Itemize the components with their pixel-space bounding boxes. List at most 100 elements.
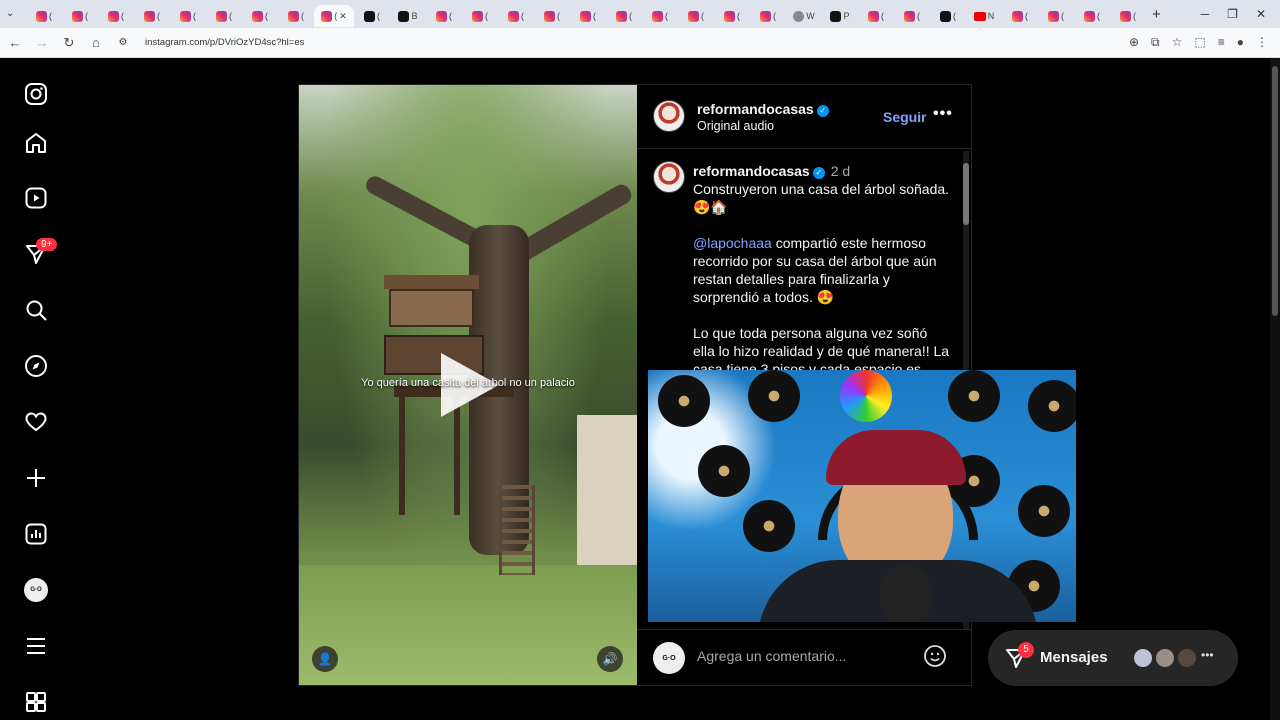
browser-tab[interactable]: (	[462, 5, 498, 27]
bookmark-star-icon[interactable]: ☆	[1172, 35, 1183, 50]
tab-search-dropdown-icon[interactable]: ⌄	[6, 8, 14, 19]
tab-label: (	[773, 11, 776, 21]
site-info-icon[interactable]: ⚙	[111, 37, 135, 48]
browser-tab[interactable]: (	[498, 5, 534, 27]
tab-label: (	[701, 11, 704, 21]
explore-icon[interactable]	[22, 352, 50, 380]
extensions-icon[interactable]: ⬚	[1194, 35, 1205, 50]
tab-label: (	[953, 11, 956, 21]
comment-input[interactable]: Agrega un comentario...	[697, 648, 846, 664]
lawn	[299, 565, 637, 685]
post-video[interactable]: Yo quería una casita del árbol no un pal…	[299, 85, 637, 685]
url-field[interactable]: instagram.com/p/DVriOzYD4sc?hl=es	[145, 37, 1129, 48]
browser-tab[interactable]: B	[390, 5, 426, 27]
tab-label: (	[157, 11, 160, 21]
instagram-favicon-icon	[904, 10, 915, 22]
heart-icon[interactable]	[22, 408, 50, 436]
browser-tab[interactable]: (	[570, 5, 606, 27]
search-icon[interactable]	[22, 296, 50, 324]
reels-icon[interactable]	[22, 184, 50, 212]
install-icon[interactable]: ⧉	[1151, 35, 1160, 50]
more-options-icon[interactable]: •••	[933, 105, 953, 123]
instagram-favicon-icon	[108, 10, 119, 22]
browser-tab[interactable]: (	[1002, 5, 1038, 27]
browser-tab[interactable]: (	[426, 5, 462, 27]
emoji-icon[interactable]	[923, 644, 947, 673]
instagram-favicon-icon	[472, 10, 483, 22]
close-tab-icon[interactable]: ✕	[339, 11, 347, 22]
tab-label: (	[737, 11, 740, 21]
browser-tab[interactable]: (	[678, 5, 714, 27]
microphone	[880, 565, 932, 622]
browser-tab[interactable]: (	[354, 5, 390, 27]
home-icon[interactable]	[22, 129, 50, 157]
author-username[interactable]: reformandocasas	[697, 101, 814, 117]
browser-tab[interactable]: (	[62, 5, 98, 27]
zoom-icon[interactable]: ⊕	[1129, 35, 1139, 50]
home-button[interactable]: ⌂	[84, 35, 108, 50]
reload-button[interactable]: ↻	[57, 35, 81, 51]
media-controls-icon[interactable]: ≡	[1218, 35, 1225, 50]
browser-tab[interactable]: (	[642, 5, 678, 27]
browser-tab[interactable]: W	[786, 5, 822, 27]
tab-label: (	[449, 11, 452, 21]
tab-label: W	[806, 11, 815, 21]
create-icon[interactable]	[22, 464, 50, 492]
dashboard-icon[interactable]	[22, 520, 50, 548]
browser-tab[interactable]: (	[1110, 5, 1146, 27]
browser-tab[interactable]: P	[822, 5, 858, 27]
caption-author-avatar[interactable]	[653, 161, 685, 193]
more-icon[interactable]	[22, 688, 50, 716]
browser-tab[interactable]: (	[1074, 5, 1110, 27]
browser-tab[interactable]: (	[206, 5, 242, 27]
browser-tab[interactable]: (	[894, 5, 930, 27]
messages-pill[interactable]: 5 Mensajes •••	[988, 630, 1238, 686]
page-scrollbar[interactable]	[1270, 58, 1280, 720]
browser-tab[interactable]: (	[534, 5, 570, 27]
post-time[interactable]: 2 d	[831, 163, 850, 179]
instagram-favicon-icon	[288, 10, 299, 22]
browser-tab[interactable]: (	[858, 5, 894, 27]
minimize-button[interactable]: ─	[1201, 7, 1210, 21]
post-header: reformandocasas ✓ Original audio Seguir •…	[637, 85, 971, 149]
browser-tab[interactable]: (	[134, 5, 170, 27]
browser-tab[interactable]: (	[26, 5, 62, 27]
browser-tab[interactable]: (✕	[314, 5, 354, 27]
browser-tab[interactable]: (	[242, 5, 278, 27]
maximize-button[interactable]: ❐	[1227, 7, 1238, 21]
close-window-button[interactable]: ✕	[1256, 7, 1266, 21]
instagram-favicon-icon	[321, 10, 333, 22]
browser-tab[interactable]: N	[966, 5, 1002, 27]
caption-username[interactable]: reformandocasas	[693, 163, 810, 179]
tagged-user-icon[interactable]: 👤	[312, 646, 338, 672]
instagram-logo-icon[interactable]	[22, 80, 50, 108]
tab-label: (	[229, 11, 232, 21]
browser-tab[interactable]: (	[278, 5, 314, 27]
mention-link[interactable]: @lapochaaa	[693, 235, 772, 251]
browser-tab[interactable]: (	[170, 5, 206, 27]
messages-badge: 5	[1018, 642, 1034, 658]
profile-avatar[interactable]: G·O	[22, 576, 50, 604]
instagram-favicon-icon	[688, 10, 699, 22]
tab-label: (	[377, 11, 380, 21]
browser-menu-icon[interactable]: ⋮	[1256, 35, 1268, 50]
browser-tab[interactable]: (	[750, 5, 786, 27]
instagram-favicon-icon	[436, 10, 447, 22]
profile-icon[interactable]: ●	[1237, 35, 1244, 50]
tab-label: (	[593, 11, 596, 21]
browser-tab[interactable]: (	[1038, 5, 1074, 27]
browser-tab[interactable]: (	[930, 5, 966, 27]
forward-button[interactable]: →	[30, 35, 54, 50]
messages-more: •••	[1201, 648, 1214, 662]
volume-icon[interactable]: 🔊	[597, 646, 623, 672]
browser-tab[interactable]: (	[98, 5, 134, 27]
browser-tab[interactable]: (	[714, 5, 750, 27]
vinyl-record	[1028, 380, 1076, 432]
menu-icon[interactable]	[22, 632, 50, 660]
follow-button[interactable]: Seguir	[883, 109, 927, 125]
new-tab-button[interactable]: +	[1152, 6, 1161, 23]
audio-label[interactable]: Original audio	[697, 119, 829, 133]
author-avatar[interactable]	[653, 100, 685, 132]
browser-tab[interactable]: (	[606, 5, 642, 27]
back-button[interactable]: ←	[3, 35, 27, 50]
